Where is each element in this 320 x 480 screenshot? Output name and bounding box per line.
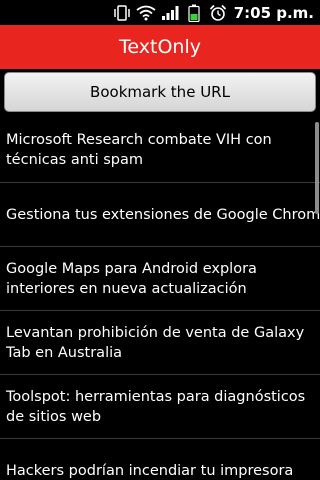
list-item[interactable]: Toolspot: herramientas para diagnósticos…	[0, 374, 320, 438]
news-item-title: Toolspot: herramientas para diagnósticos…	[6, 388, 306, 425]
list-item[interactable]: Gestiona tus extensiones de Google Chrom…	[0, 182, 320, 246]
wifi-icon	[136, 3, 156, 23]
vibrate-icon	[112, 3, 132, 23]
phone-screen: 7:05 p.m. TextOnly Bookmark the URL Micr…	[0, 0, 320, 480]
status-bar: 7:05 p.m.	[0, 0, 320, 25]
status-icons	[112, 3, 228, 23]
news-item-title: Google Maps para Android explora interio…	[6, 260, 257, 297]
list-item[interactable]: Microsoft Research combate VIH con técni…	[0, 118, 320, 182]
news-list[interactable]: Microsoft Research combate VIH con técni…	[0, 118, 320, 480]
list-item[interactable]: Levantan prohibición de venta de Galaxy …	[0, 310, 320, 374]
list-item[interactable]: Hackers podrían incendiar tu impresora	[0, 438, 320, 480]
app-title: TextOnly	[119, 36, 201, 58]
news-item-title: Levantan prohibición de venta de Galaxy …	[6, 324, 305, 361]
bookmark-button-label: Bookmark the URL	[90, 83, 230, 101]
signal-icon	[160, 3, 180, 23]
battery-icon	[184, 3, 204, 23]
news-item-title: Hackers podrían incendiar tu impresora	[6, 462, 294, 479]
list-item[interactable]: Google Maps para Android explora interio…	[0, 246, 320, 310]
status-time: 7:05 p.m.	[233, 3, 314, 22]
alarm-icon	[208, 3, 228, 23]
bookmark-url-button[interactable]: Bookmark the URL	[4, 72, 316, 112]
app-title-bar: TextOnly	[0, 25, 320, 69]
news-item-title: Microsoft Research combate VIH con técni…	[6, 132, 272, 168]
list-scrollbar[interactable]	[315, 122, 319, 214]
news-item-title: Gestiona tus extensiones de Google Chrom…	[6, 206, 320, 223]
